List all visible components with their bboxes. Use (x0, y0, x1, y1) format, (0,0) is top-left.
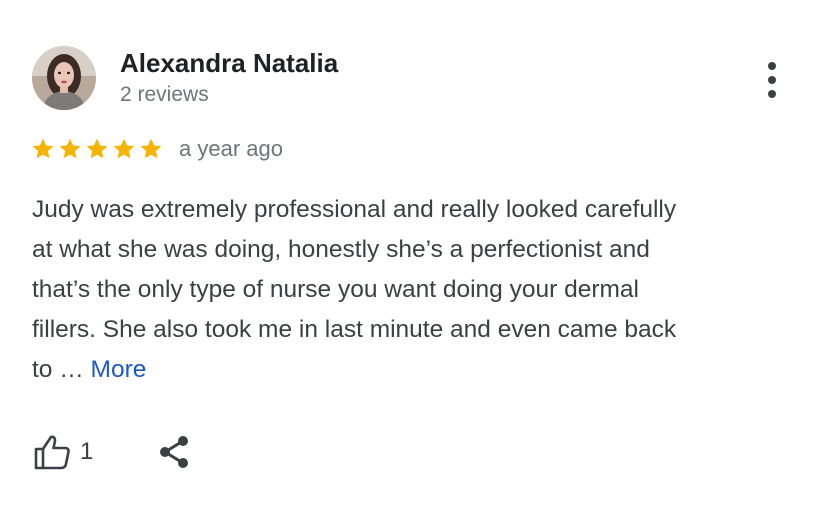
like-count: 1 (80, 438, 94, 465)
review-text-line: at what she was doing, honestly she’s a … (32, 236, 650, 263)
review-text: Judy was extremely professional and real… (32, 190, 802, 390)
star-icon (31, 137, 55, 161)
avatar[interactable] (32, 46, 96, 110)
thumbs-up-icon (34, 435, 70, 470)
author-review-count[interactable]: 2 reviews (120, 83, 209, 107)
share-button[interactable] (157, 434, 191, 470)
share-icon (160, 436, 189, 468)
review-text-line: fillers. She also took me in last minute… (32, 316, 677, 343)
avatar-photo (32, 46, 96, 110)
star-icon (139, 137, 163, 161)
more-link[interactable]: More (91, 356, 147, 383)
review-time: a year ago (179, 136, 283, 161)
review-text-line: that’s the only type of nurse you want d… (32, 276, 639, 303)
star-icon (58, 137, 82, 161)
review-text-last-line: to … More (32, 350, 802, 390)
review-card: Alexandra Natalia 2 reviews a year ago J… (0, 0, 828, 511)
author-name[interactable]: Alexandra Natalia (120, 48, 338, 79)
review-text-truncated: to … (32, 356, 91, 383)
star-icon (112, 137, 136, 161)
review-actions: 1 (32, 430, 191, 474)
rating-row: a year ago (31, 134, 283, 164)
more-options-button[interactable] (752, 58, 792, 102)
star-icon (85, 137, 109, 161)
more-vert-icon-dot (768, 90, 776, 98)
review-text-line: Judy was extremely professional and real… (32, 196, 677, 223)
star-rating (31, 137, 163, 161)
like-button[interactable]: 1 (32, 432, 93, 472)
more-vert-icon-dot (768, 76, 776, 84)
more-vert-icon (768, 62, 776, 70)
